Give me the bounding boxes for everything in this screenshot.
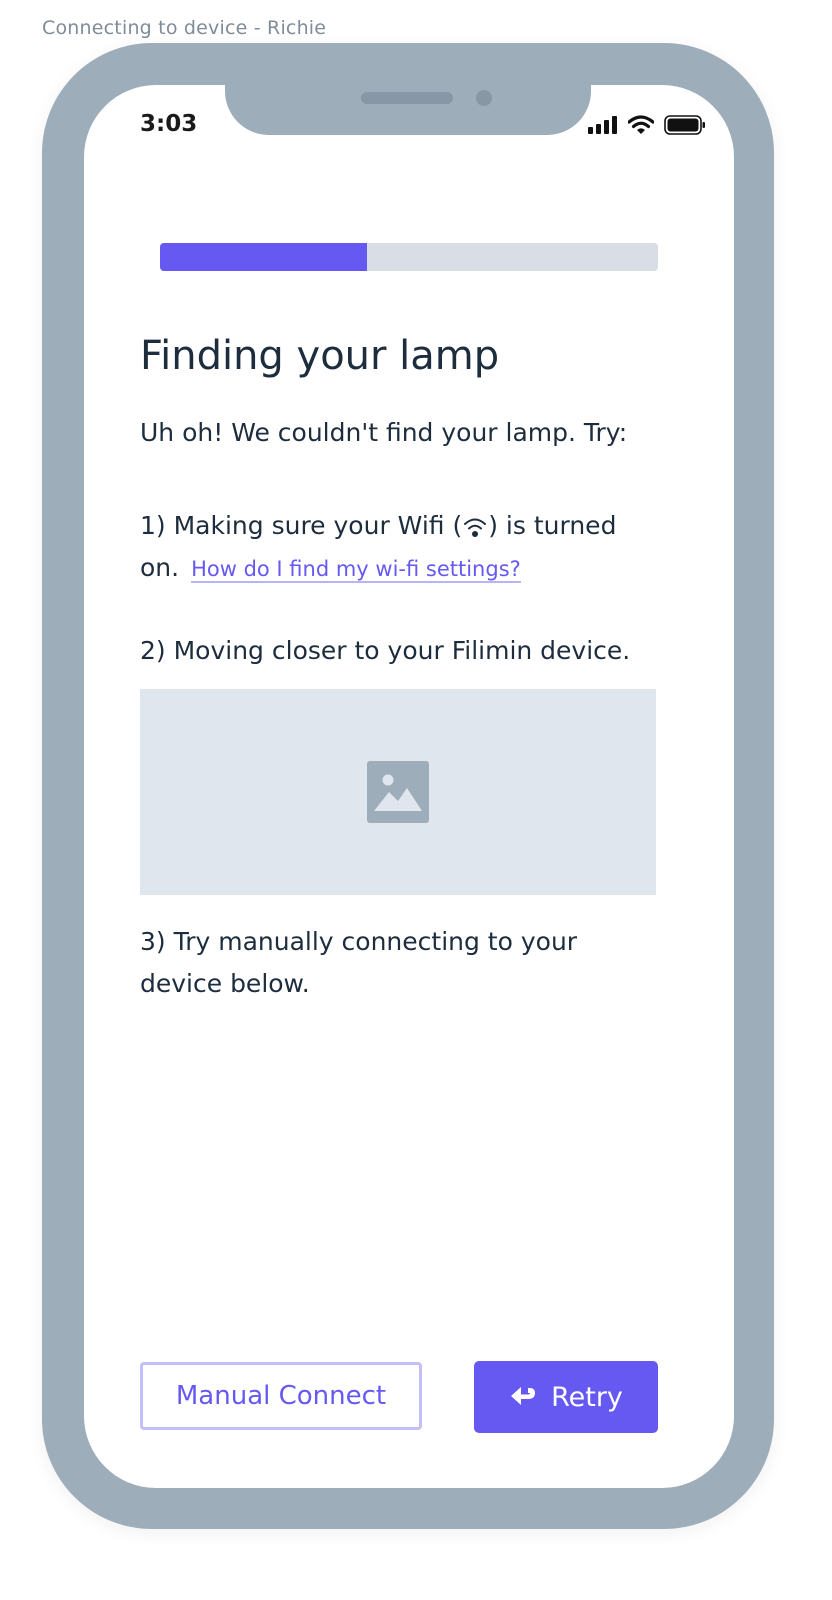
speaker-grille [361, 92, 453, 104]
step-1-prefix: 1) Making sure your Wifi ( [140, 511, 463, 540]
retry-label: Retry [551, 1381, 623, 1413]
manual-connect-button[interactable]: Manual Connect [140, 1362, 422, 1430]
return-arrow-icon [511, 1387, 536, 1405]
status-time: 3:03 [140, 111, 198, 137]
wifi-settings-help-link[interactable]: How do I find my wi-fi settings? [191, 557, 521, 583]
status-icons [588, 115, 706, 135]
signal-icon [588, 116, 617, 134]
image-placeholder [140, 689, 656, 895]
step-2-text: 2) Moving closer to your Filimin device. [140, 636, 631, 665]
progress-fill [160, 243, 368, 271]
wifi-icon [464, 518, 487, 537]
phone-frame: 3:03 Finding your lamp Uh oh! We couldn'… [42, 43, 774, 1529]
front-camera [476, 90, 492, 106]
phone-notch [225, 85, 591, 135]
phone-screen: 3:03 Finding your lamp Uh oh! We couldn'… [84, 85, 734, 1488]
step-3-text: 3) Try manually connecting to your devic… [140, 927, 578, 998]
step-1-text: 1) Making sure your Wifi ( ) is turned o… [140, 505, 660, 590]
manual-connect-label: Manual Connect [175, 1381, 387, 1411]
page-title: Finding your lamp [140, 333, 500, 379]
frame-caption: Connecting to device - Richie [42, 17, 327, 39]
progress-bar [160, 243, 658, 271]
image-icon [367, 761, 429, 823]
intro-text: Uh oh! We couldn't find your lamp. Try: [140, 418, 628, 447]
wifi-icon [628, 115, 654, 134]
battery-icon [664, 115, 705, 135]
retry-button[interactable]: Retry [474, 1361, 658, 1433]
